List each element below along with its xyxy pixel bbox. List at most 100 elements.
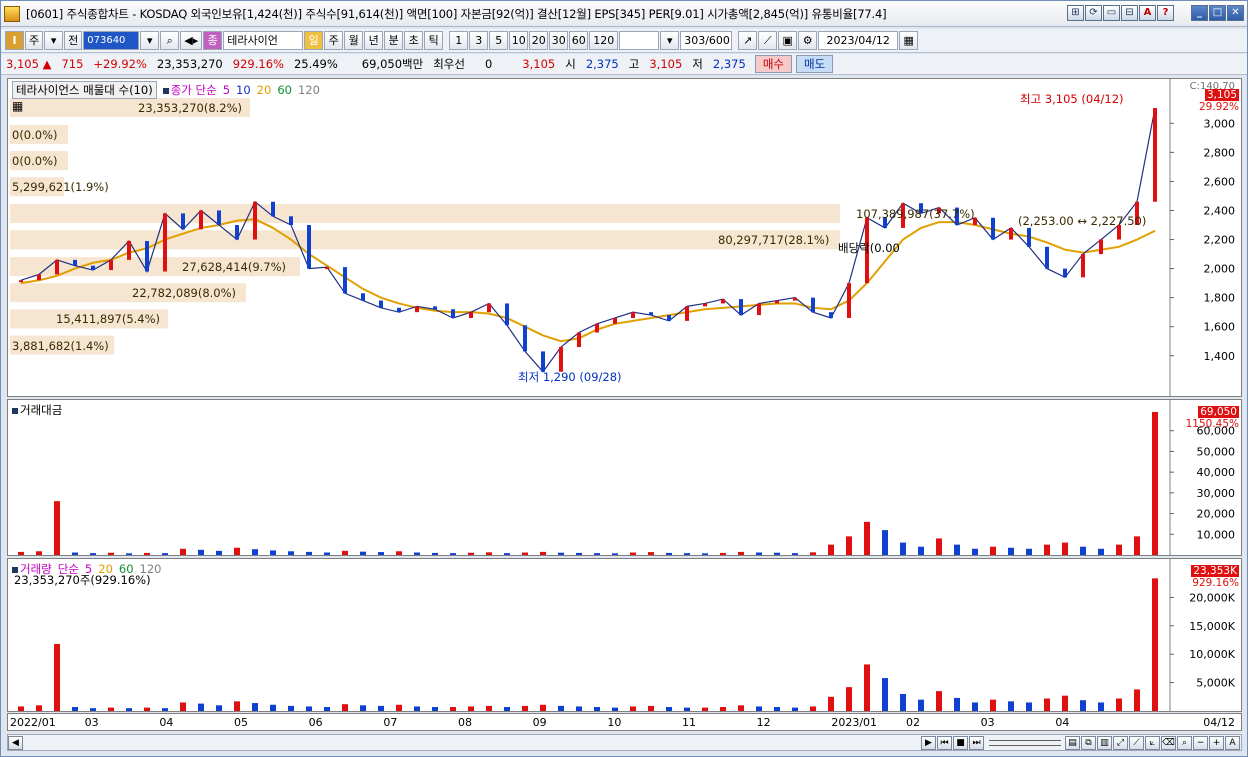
first-icon[interactable]: ⏮ — [937, 735, 952, 750]
volume-bar — [972, 702, 978, 711]
period-tick[interactable]: 틱 — [424, 31, 444, 50]
volume-bar — [198, 703, 204, 711]
text-icon[interactable]: A — [1225, 735, 1240, 750]
prev-button[interactable]: 전 — [64, 31, 83, 50]
profile-legend-box[interactable]: 테라사이언스 매물대 수(10) — [12, 81, 157, 99]
buy-button[interactable]: 매수 — [754, 55, 792, 73]
band-label: 22,782,089(8.0%) — [132, 286, 237, 301]
amount-bar — [612, 553, 618, 555]
last-icon[interactable]: ⏭ — [969, 735, 984, 750]
zoom-out-icon[interactable]: − — [1193, 735, 1208, 750]
price-panel[interactable]: 1,400 1,600 1,800 2,000 2,200 2,400 2,600 2,800… — [7, 78, 1242, 397]
trend-icon[interactable]: ⟋ — [1129, 735, 1144, 750]
amount-bar — [990, 546, 996, 555]
amount-title: 거래대금 — [12, 402, 62, 418]
speaker-icon[interactable]: ◀▸ — [180, 31, 203, 50]
interval-custom-input[interactable] — [619, 31, 660, 50]
interval-20[interactable]: 20 — [529, 31, 549, 50]
interval-1[interactable]: 1 — [449, 31, 469, 50]
split-icon[interactable]: ▥ — [1097, 735, 1112, 750]
amount-bar — [810, 552, 816, 555]
amount-panel[interactable]: 10,000 20,000 30,000 40,000 50,000 60,000 거래대… — [7, 399, 1242, 556]
price-candle — [343, 267, 347, 294]
period-month[interactable]: 월 — [344, 31, 364, 50]
volume-bar — [216, 705, 222, 711]
interval-5[interactable]: 5 — [489, 31, 509, 50]
scroll-bar[interactable]: ◀ ▶ ⏮ ■ ⏭ ▤ ⧉ ▥ ⤢ ⟋ ⟀ ⌫ ⌕ − + A — [7, 734, 1242, 751]
page-count[interactable]: 303/600 — [680, 31, 733, 50]
play-icon[interactable]: ▶ — [921, 735, 936, 750]
pref-label: 최우선 — [433, 57, 465, 71]
font-icon[interactable]: A — [1139, 5, 1156, 21]
layout-icon[interactable]: ▤ — [1065, 735, 1080, 750]
zoom-in-icon[interactable]: + — [1209, 735, 1224, 750]
help-icon[interactable]: ? — [1157, 5, 1174, 21]
period-second[interactable]: 초 — [404, 31, 424, 50]
stock-code-input[interactable]: 073640 — [83, 31, 140, 50]
price-candle — [1063, 268, 1067, 278]
period-day[interactable]: 일 — [304, 31, 324, 50]
type-dropdown-icon[interactable]: ▾ — [44, 31, 64, 50]
volume-bar — [450, 707, 456, 711]
save-icon[interactable]: ▣ — [778, 31, 798, 50]
amount-bar — [144, 552, 150, 555]
tile-icon[interactable]: ⊞ — [1067, 5, 1084, 21]
search-icon[interactable]: ⌕ — [160, 31, 180, 50]
refresh-icon[interactable]: ⟳ — [1085, 5, 1102, 21]
code-dropdown-icon[interactable]: ▾ — [140, 31, 160, 50]
price-candle — [307, 225, 311, 269]
volume-last-tag: 23,353K — [1191, 565, 1239, 577]
period-week[interactable]: 주 — [324, 31, 344, 50]
amount-bar — [558, 552, 564, 555]
interval-dropdown-icon[interactable]: ▾ — [660, 31, 680, 50]
amount-bar — [540, 551, 546, 555]
scroll-left-icon[interactable]: ◀ — [8, 735, 23, 750]
eraser-icon[interactable]: ⌫ — [1161, 735, 1176, 750]
volume-bar — [1080, 700, 1086, 711]
settings-icon[interactable]: ⚙ — [798, 31, 818, 50]
sell-button[interactable]: 매도 — [795, 55, 834, 73]
stop-icon[interactable]: ■ — [953, 735, 968, 750]
stock-name-field[interactable]: 테라사이언 — [223, 31, 304, 50]
date-input[interactable]: 2023/04/12 — [818, 31, 899, 50]
price-candle — [37, 274, 41, 281]
fan-icon[interactable]: ⟀ — [1145, 735, 1160, 750]
minimize-tool-icon[interactable]: ⊟ — [1121, 5, 1138, 21]
high-label: 고 — [628, 57, 640, 71]
amount-bar — [162, 553, 168, 555]
table-icon[interactable]: ▦ — [12, 99, 23, 113]
title-bar: [0601] 주식종합차트 - KOSDAQ 외국인보유[1,424(천)] 주… — [1, 1, 1247, 27]
ma-120-label: 120 — [297, 83, 320, 97]
period-minute[interactable]: 분 — [384, 31, 404, 50]
line-tool-icon[interactable]: ⟋ — [758, 31, 778, 50]
interval-10[interactable]: 10 — [509, 31, 529, 50]
zoom-slider[interactable] — [989, 739, 1061, 746]
maximize-button[interactable]: □ — [1209, 5, 1226, 21]
window-icon[interactable]: ▭ — [1103, 5, 1120, 21]
period-year[interactable]: 년 — [364, 31, 384, 50]
amount-chart: 10,00020,00030,00040,00050,00060,000 — [18, 400, 1235, 555]
up-arrow-icon: ▲ — [42, 57, 52, 71]
interval-30[interactable]: 30 — [549, 31, 569, 50]
indicator-icon[interactable]: I — [5, 31, 24, 50]
interval-120[interactable]: 120 — [589, 31, 619, 50]
interval-3[interactable]: 3 — [469, 31, 489, 50]
close-button[interactable]: ✕ — [1227, 5, 1244, 21]
magnify-icon[interactable]: ⌕ — [1177, 735, 1192, 750]
type-select[interactable]: 주 — [25, 31, 44, 50]
expand-icon[interactable]: ⤢ — [1113, 735, 1128, 750]
amount-bar — [1026, 548, 1032, 555]
volume-bar — [720, 707, 726, 711]
y-tick-label: 2,000 — [1204, 263, 1236, 276]
volume-bar — [792, 707, 798, 711]
amount-bar — [702, 553, 708, 555]
ma-label: 종가 단순 — [170, 83, 217, 97]
copy-icon[interactable]: ⧉ — [1081, 735, 1096, 750]
interval-60[interactable]: 60 — [569, 31, 589, 50]
volume-panel[interactable]: 5,000K 10,000K 15,000K 20,000K 거래량 단순 5 20 … — [7, 558, 1242, 712]
minimize-button[interactable]: _ — [1191, 5, 1208, 21]
cursor-note: (2,253.00 ↔ 2,227.50) — [1018, 214, 1147, 228]
calendar-icon[interactable]: ▦ — [899, 31, 919, 50]
arrow-tool-icon[interactable]: ↗ — [738, 31, 758, 50]
favorite-icon[interactable]: 종 — [203, 31, 223, 50]
